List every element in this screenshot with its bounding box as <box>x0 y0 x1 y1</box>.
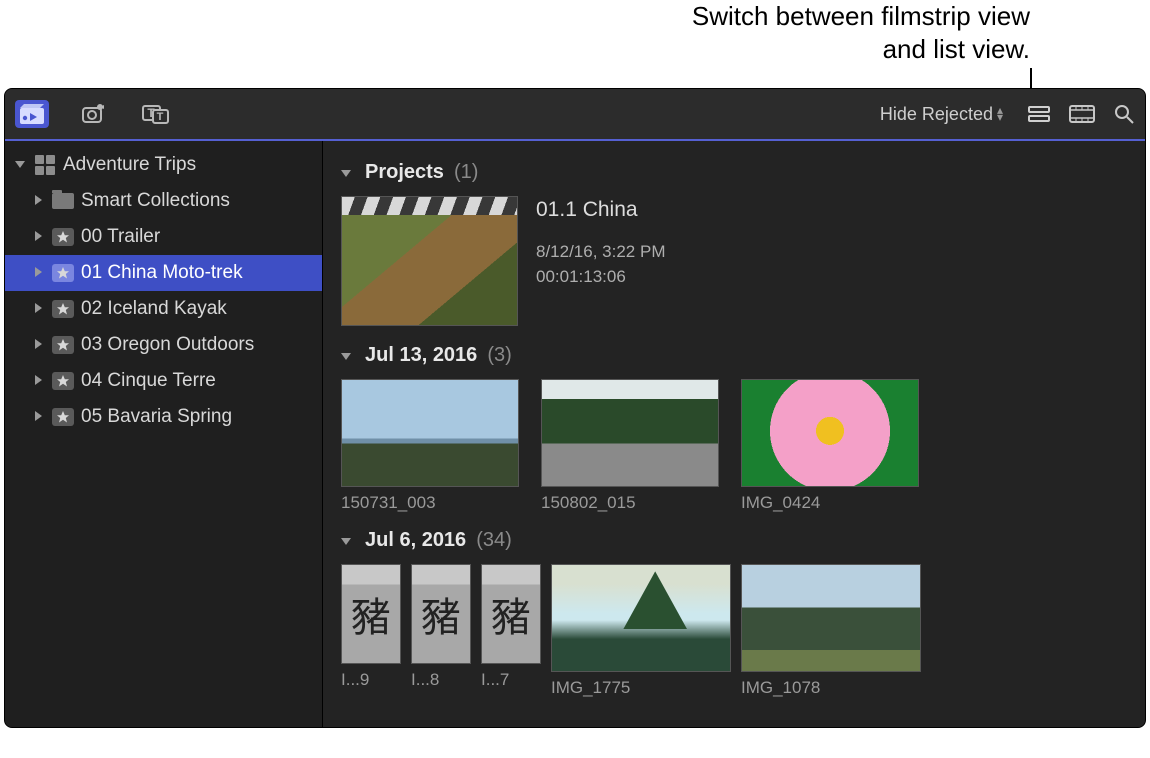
clip-thumbnail[interactable] <box>741 379 919 487</box>
disclosure-triangle-icon[interactable] <box>341 168 355 178</box>
project-date: 8/12/16, 3:22 PM <box>536 240 665 265</box>
sidebar-item-label: 05 Bavaria Spring <box>81 406 232 428</box>
disclosure-triangle-icon[interactable] <box>33 411 45 423</box>
clip-grid: I...9 I...8 I...7 IMG_1775 IMG_1078 <box>341 564 1127 698</box>
clip-item[interactable]: 150731_003 <box>341 379 519 513</box>
section-count: (34) <box>476 529 512 552</box>
disclosure-triangle-icon[interactable] <box>15 159 27 171</box>
clip-thumbnail[interactable] <box>741 564 921 672</box>
sidebar-item-label: 03 Oregon Outdoors <box>81 334 254 356</box>
disclosure-triangle-icon[interactable] <box>33 267 45 279</box>
clip-label: IMG_0424 <box>741 493 919 513</box>
project-duration: 00:01:13:06 <box>536 265 665 290</box>
section-title: Jul 13, 2016 <box>365 344 477 367</box>
help-annotation: Switch between filmstrip view and list v… <box>680 0 1030 65</box>
library-sidebar: Adventure Trips Smart Collections 00 Trai… <box>5 141 323 727</box>
clip-label: I...8 <box>411 670 471 690</box>
clip-item[interactable]: I...8 <box>411 564 471 698</box>
project-metadata: 01.1 China 8/12/16, 3:22 PM00:01:13:06 <box>536 196 665 289</box>
library-icon <box>34 155 56 175</box>
sidebar-item[interactable]: 05 Bavaria Spring <box>5 399 322 435</box>
photos-audio-tab[interactable] <box>77 100 111 128</box>
clip-thumbnail[interactable] <box>551 564 731 672</box>
section-header[interactable]: Projects (1) <box>341 161 1127 184</box>
clip-thumbnail[interactable] <box>481 564 541 664</box>
clip-thumbnail[interactable] <box>341 564 401 664</box>
library-row[interactable]: Adventure Trips <box>5 147 322 183</box>
toolbar: TT Hide Rejected ▴▾ <box>5 89 1145 141</box>
sidebar-item-label: Smart Collections <box>81 190 230 212</box>
disclosure-triangle-icon[interactable] <box>341 536 355 546</box>
disclosure-triangle-icon[interactable] <box>33 339 45 351</box>
clip-item[interactable]: IMG_1078 <box>741 564 921 698</box>
clip-label: IMG_1078 <box>741 678 921 698</box>
clip-filter-label: Hide Rejected <box>880 104 993 125</box>
disclosure-triangle-icon[interactable] <box>33 375 45 387</box>
section-header[interactable]: Jul 13, 2016 (3) <box>341 344 1127 367</box>
sidebar-item-label: 01 China Moto-trek <box>81 262 243 284</box>
clip-item[interactable]: IMG_0424 <box>741 379 919 513</box>
clip-item[interactable]: 150802_015 <box>541 379 719 513</box>
clip-grid: 150731_003 150802_015 IMG_0424 <box>341 379 1127 513</box>
svg-text:T: T <box>157 111 164 123</box>
project-name: 01.1 China <box>536 198 665 222</box>
clip-thumbnail[interactable] <box>341 379 519 487</box>
event-star-icon <box>52 335 74 355</box>
clip-filter-popup[interactable]: Hide Rejected ▴▾ <box>880 104 1003 125</box>
clip-appearance-button[interactable] <box>1069 104 1095 124</box>
section-header[interactable]: Jul 6, 2016 (34) <box>341 529 1127 552</box>
media-library-tab[interactable] <box>15 100 49 128</box>
sidebar-item[interactable]: 00 Trailer <box>5 219 322 255</box>
project-thumbnail[interactable] <box>341 196 518 326</box>
clip-thumbnail[interactable] <box>541 379 719 487</box>
section-title: Projects <box>365 161 444 184</box>
clip-thumbnail[interactable] <box>411 564 471 664</box>
section-count: (1) <box>454 161 478 184</box>
browser-window: TT Hide Rejected ▴▾ Adventure Trip <box>4 88 1146 728</box>
event-star-icon <box>52 407 74 427</box>
library-name: Adventure Trips <box>63 154 196 176</box>
sidebar-item-label: 00 Trailer <box>81 226 160 248</box>
section-count: (3) <box>487 344 511 367</box>
titles-generators-tab[interactable]: TT <box>139 100 173 128</box>
project-item[interactable]: 01.1 China 8/12/16, 3:22 PM00:01:13:06 <box>341 196 1127 326</box>
disclosure-triangle-icon[interactable] <box>33 195 45 207</box>
sidebar-item[interactable]: 01 China Moto-trek <box>5 255 322 291</box>
clip-item[interactable]: IMG_1775 <box>551 564 731 698</box>
event-star-icon <box>52 371 74 391</box>
disclosure-triangle-icon[interactable] <box>341 351 355 361</box>
updown-icon: ▴▾ <box>997 107 1003 121</box>
sidebar-item-label: 02 Iceland Kayak <box>81 298 227 320</box>
clip-label: I...7 <box>481 670 541 690</box>
clip-item[interactable]: I...9 <box>341 564 401 698</box>
folder-icon <box>52 191 74 211</box>
clip-label: IMG_1775 <box>551 678 731 698</box>
sidebar-item[interactable]: 03 Oregon Outdoors <box>5 327 322 363</box>
clip-browser: Projects (1) 01.1 China 8/12/16, 3:22 PM00:… <box>323 141 1145 727</box>
clip-item[interactable]: I...7 <box>481 564 541 698</box>
clip-label: 150802_015 <box>541 493 719 513</box>
event-star-icon <box>52 299 74 319</box>
view-toggle-button[interactable] <box>1027 104 1051 124</box>
sidebar-item[interactable]: 04 Cinque Terre <box>5 363 322 399</box>
sidebar-item[interactable]: 02 Iceland Kayak <box>5 291 322 327</box>
disclosure-triangle-icon[interactable] <box>33 303 45 315</box>
search-button[interactable] <box>1113 103 1135 125</box>
sidebar-item[interactable]: Smart Collections <box>5 183 322 219</box>
clip-label: I...9 <box>341 670 401 690</box>
disclosure-triangle-icon[interactable] <box>33 231 45 243</box>
event-star-icon <box>52 263 74 283</box>
sidebar-item-label: 04 Cinque Terre <box>81 370 216 392</box>
clip-label: 150731_003 <box>341 493 519 513</box>
section-title: Jul 6, 2016 <box>365 529 466 552</box>
event-star-icon <box>52 227 74 247</box>
